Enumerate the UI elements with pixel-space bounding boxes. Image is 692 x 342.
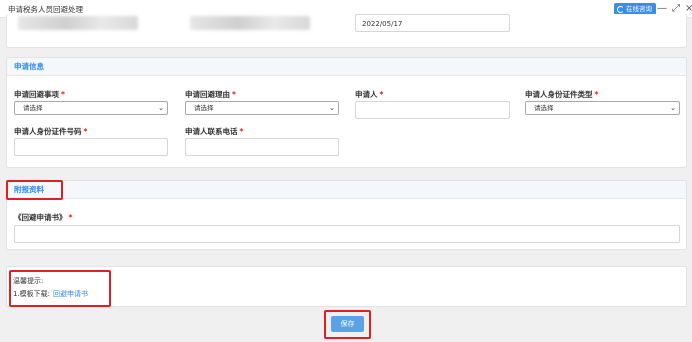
id-number-label: 申请人身份证件号码 * — [14, 127, 88, 136]
phone-label: 申请人联系电话 * — [185, 127, 244, 136]
apply-date-value: 2022/05/17 — [362, 20, 403, 28]
applicant-label: 申请人 * — [355, 90, 384, 99]
reason-select[interactable]: 请选择 ⌄ — [185, 101, 339, 115]
doc-upload-field[interactable] — [14, 225, 680, 243]
required-mark: * — [594, 90, 599, 99]
required-mark: * — [68, 213, 73, 222]
refresh-icon — [617, 5, 624, 13]
required-mark: * — [83, 127, 88, 136]
highlight-box — [324, 310, 371, 339]
matter-select-value: 请选择 — [23, 104, 43, 112]
id-number-input[interactable] — [14, 138, 168, 156]
required-mark: * — [232, 90, 236, 99]
required-mark: * — [379, 90, 384, 99]
applicant-input[interactable] — [355, 101, 510, 119]
apply-date-field[interactable]: 2022/05/17 — [355, 14, 510, 32]
doc-label: 《回避申请书》 * — [14, 213, 73, 222]
reason-label: 申请回避理由 * — [185, 90, 236, 99]
reason-select-value: 请选择 — [194, 104, 214, 112]
chevron-down-icon: ⌄ — [670, 104, 676, 112]
matter-label: 申请回避事项 * — [14, 90, 65, 99]
id-type-label: 申请人身份证件类型 * — [525, 90, 599, 99]
redacted-field — [190, 16, 310, 30]
highlight-box — [9, 270, 111, 307]
id-type-select-value: 请选择 — [534, 104, 554, 112]
chevron-down-icon: ⌄ — [158, 104, 164, 112]
attachment-heading: 附报资料 — [7, 181, 686, 199]
phone-input[interactable] — [185, 138, 339, 156]
redacted-field — [18, 16, 138, 30]
id-type-select[interactable]: 请选择 ⌄ — [525, 101, 680, 115]
highlight-box — [6, 180, 63, 200]
required-mark: * — [239, 127, 244, 136]
matter-select[interactable]: 请选择 ⌄ — [14, 101, 168, 115]
chevron-down-icon: ⌄ — [329, 104, 335, 112]
required-mark: * — [61, 90, 65, 99]
apply-info-heading: 申请信息 — [7, 58, 686, 76]
